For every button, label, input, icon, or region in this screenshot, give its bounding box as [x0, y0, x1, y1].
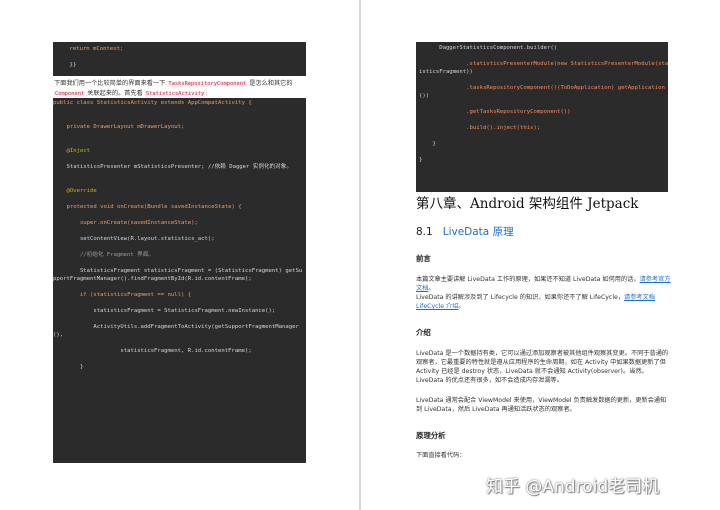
code-line: .build().inject(this);	[419, 125, 541, 131]
code-line: }}	[56, 62, 77, 68]
code-line: ())	[419, 93, 430, 99]
code-line: DaggerStatisticsComponent.builder()	[419, 45, 558, 51]
intro-text-1: 下面我们用一个比较简单的界面来看一下	[54, 80, 168, 87]
code-line: statisticsFragment = StatisticsFragment.…	[53, 308, 276, 314]
code-line: }	[53, 364, 84, 370]
code-line: ActivityUtils.addFragmentToActivity(getS…	[53, 324, 299, 330]
code-line: }	[419, 157, 423, 163]
code-line: }	[419, 141, 436, 147]
code-line: (),	[53, 332, 64, 338]
chapter-title: 第八章、Android 架构组件 Jetpack	[416, 196, 639, 212]
intro-text-3: 关联起来的。首先看	[85, 90, 145, 97]
intro-text-2: 是怎么和其它的	[247, 80, 293, 87]
section-heading: 8.1 LiveData 原理	[416, 224, 514, 239]
intro-paragraph-1: LiveData 是一个数据持有类，它可以通过添加观察者被其他组件观察其变更。不…	[416, 350, 669, 384]
intro-paragraph-2: LiveData 通常会配合 ViewModel 来使用，ViewModel 负…	[416, 397, 667, 413]
inline-code-component: Component	[54, 91, 86, 97]
preface-line1-text: 本篇文章主要讲解 LiveData 工作的原理，如果还不知道 LiveData …	[416, 276, 640, 283]
code-line: .tasksRepositoryComponent(((ToDoApplicat…	[419, 85, 665, 91]
zhihu-watermark: 知乎 @Android老司机	[486, 477, 660, 497]
left-page: return mContext; }} 下面我们用一个比较简单的界面来看一下 T…	[0, 0, 359, 510]
code-line: .getTasksRepositoryComponent())	[419, 109, 571, 115]
code-line: private DrawerLayout mDrawerLayout;	[53, 124, 185, 130]
code-line: return mContext;	[56, 46, 124, 52]
section-title-link[interactable]: LiveData 原理	[443, 226, 514, 238]
code-line: //初始化 Fragment 界面。	[53, 252, 154, 258]
code-block-top: return mContext; }}	[53, 42, 306, 76]
analysis-heading: 原理分析	[416, 431, 446, 440]
intro-text-4: :	[205, 90, 208, 97]
code-line: StatisticsPresenter mStatisticsPresenter…	[53, 164, 292, 170]
intro-paragraph: 下面我们用一个比较简单的界面来看一下 TasksRepositoryCompon…	[54, 79, 310, 99]
preface-line2-end: 。	[458, 303, 465, 310]
code-line: isticsFragment))	[419, 69, 473, 75]
inline-code-tasks-repository-component: TasksRepositoryComponent	[167, 81, 248, 87]
code-line: setContentView(R.layout.statistics_act);	[53, 236, 215, 242]
section-number: 8.1	[416, 226, 433, 238]
code-line: statisticsFragment, R.id.contentFrame);	[53, 348, 252, 354]
code-line: if (statisticsFragment == null) {	[53, 292, 192, 298]
intro-heading: 介绍	[416, 328, 431, 337]
code-block-dagger-builder: DaggerStatisticsComponent.builder() .sta…	[416, 42, 668, 192]
preface-heading: 前言	[416, 254, 431, 263]
preface-line1-end: 。	[428, 285, 435, 292]
code-block-statistics-activity: public class StatisticsActivity extends …	[53, 98, 306, 463]
code-line: super.onCreate(savedInstanceState);	[53, 220, 198, 226]
code-line: StatisticsFragment statisticsFragment = …	[53, 268, 303, 274]
preface-line2-text: LiveData 的讲解涉及到了 Lifecycle 的知识，如果你还不了解 L…	[416, 294, 625, 301]
code-line: pportFragmentManager().findFragmentById(…	[53, 276, 252, 282]
code-line: @Override	[53, 188, 97, 194]
analysis-paragraph: 下面直接看代码：	[416, 452, 466, 459]
preface-paragraph: 本篇文章主要讲解 LiveData 工作的原理，如果还不知道 LiveData …	[416, 275, 671, 311]
code-line: public class StatisticsActivity extends …	[53, 100, 252, 106]
code-line: protected void onCreate(Bundle savedInst…	[53, 204, 242, 210]
code-line: .statisticsPresenterModule(new Statistic…	[419, 61, 668, 67]
code-line: @Inject	[53, 148, 91, 154]
inline-code-statistics-activity: StatisticsActivity	[144, 91, 206, 97]
